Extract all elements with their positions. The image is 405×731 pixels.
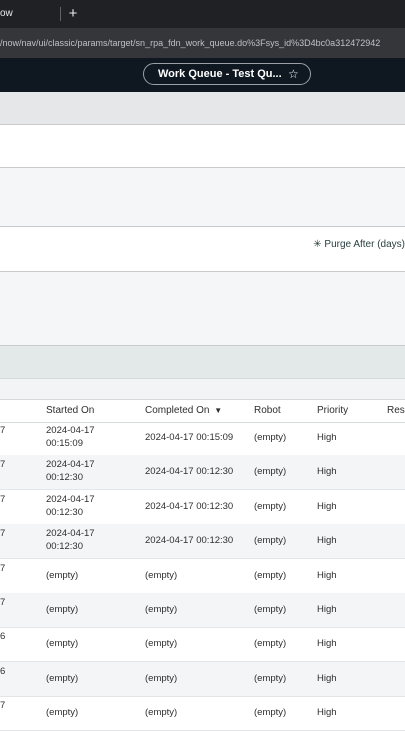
cell-priority: High [317,466,337,477]
cell-robot: (empty) [254,501,287,512]
required-marker-icon: ✳ [313,239,322,250]
cell-first: 7 [0,700,6,711]
cell-priority: High [317,501,337,512]
cell-first: 7 [0,528,6,539]
table-header: Started On Completed On ▼ Robot Priority… [0,399,405,423]
cell-robot: (empty) [254,604,287,615]
column-header-completed-on-label: Completed On [145,405,210,416]
cell-started-on-time: 00:12:30 [46,472,83,483]
tab-divider [60,7,61,21]
cell-first: 6 [0,631,6,642]
cell-started-on-date: 2024-04-17 [46,494,95,505]
cell-first: 7 [0,597,6,608]
cell-completed-on: 2024-04-17 00:12:30 [145,466,234,477]
table-row[interactable]: 7 2024-04-17 00:12:30 2024-04-17 00:12:30 (e… [0,524,405,559]
table-row[interactable]: 6 (empty) (empty) (empty) High [0,627,405,662]
cell-completed-on: (empty) [145,604,178,615]
cell-priority: High [317,673,337,684]
new-tab-button[interactable]: + [64,4,82,24]
table-row[interactable]: 7 (empty) (empty) (empty) High [0,593,405,628]
column-header-resp[interactable]: Resp [387,400,405,422]
cell-completed-on: 2024-04-17 00:12:30 [145,501,234,512]
cell-started-on-time: 00:12:30 [46,507,83,518]
form-section-purge: ✳ Purge After (days) [0,227,405,272]
cell-robot: (empty) [254,638,287,649]
cell-robot: (empty) [254,535,287,546]
form-section [0,125,405,168]
cell-priority: High [317,432,337,443]
form-header-bar [0,92,405,125]
cell-priority: High [317,638,337,649]
cell-first: 7 [0,494,6,505]
form-section [0,272,405,346]
cell-completed-on: (empty) [145,707,178,718]
cell-first: 7 [0,425,6,436]
star-icon[interactable]: ☆ [288,64,302,84]
table-row[interactable]: 6 (empty) (empty) (empty) High [0,662,405,697]
cell-priority: High [317,707,337,718]
list-toolbar [0,379,405,399]
cell-completed-on: (empty) [145,673,178,684]
cell-robot: (empty) [254,707,287,718]
cell-started-on-date: 2024-04-17 [46,459,95,470]
cell-started-on: (empty) [46,570,79,581]
column-header-completed-on[interactable]: Completed On ▼ [145,400,222,422]
column-header-first[interactable] [0,400,40,422]
cell-completed-on: 2024-04-17 00:15:09 [145,432,234,443]
cell-robot: (empty) [254,432,287,443]
table-row[interactable]: 7 (empty) (empty) (empty) High [0,559,405,594]
related-list-header [0,346,405,379]
purge-after-label: Purge After (days) [324,239,405,250]
cell-first: 7 [0,563,6,574]
column-header-priority[interactable]: Priority [317,400,348,422]
form-section [0,168,405,227]
cell-started-on-date: 2024-04-17 [46,528,95,539]
cell-robot: (empty) [254,570,287,581]
record-title: Work Queue - Test Qu... [158,68,282,80]
purge-after-field-label: ✳ Purge After (days) [313,237,405,253]
cell-started-on: (empty) [46,707,79,718]
cell-priority: High [317,604,337,615]
browser-tab[interactable]: ow [0,0,58,28]
cell-started-on-time: 00:12:30 [46,541,83,552]
cell-started-on: (empty) [46,604,79,615]
cell-completed-on: (empty) [145,570,178,581]
cell-started-on: (empty) [46,673,79,684]
cell-robot: (empty) [254,466,287,477]
table-row[interactable]: 7 2024-04-17 00:12:30 2024-04-17 00:12:30 (e… [0,490,405,525]
cell-started-on: (empty) [46,638,79,649]
cell-completed-on: (empty) [145,638,178,649]
record-title-pill[interactable]: Work Queue - Test Qu... ☆ [143,63,311,85]
browser-tab-strip: ow + [0,0,405,28]
table-row[interactable]: 7 2024-04-17 00:12:30 2024-04-17 00:12:30 (e… [0,455,405,490]
sort-descending-icon[interactable]: ▼ [214,406,222,415]
address-bar[interactable]: /now/nav/ui/classic/params/target/sn_rpa… [0,28,405,58]
table-row[interactable]: 7 2024-04-17 00:15:09 2024-04-17 00:15:09 (e… [0,421,405,456]
app-header: Work Queue - Test Qu... ☆ [0,58,405,92]
cell-first: 6 [0,666,6,677]
cell-started-on-date: 2024-04-17 [46,425,95,436]
cell-priority: High [317,570,337,581]
cell-priority: High [317,535,337,546]
cell-first: 7 [0,459,6,470]
column-header-started-on[interactable]: Started On [46,400,94,422]
cell-started-on-time: 00:15:09 [46,438,83,449]
url-text[interactable]: /now/nav/ui/classic/params/target/sn_rpa… [0,28,405,58]
cell-robot: (empty) [254,673,287,684]
column-header-robot[interactable]: Robot [254,400,281,422]
cell-completed-on: 2024-04-17 00:12:30 [145,535,234,546]
table-row[interactable]: 7 (empty) (empty) (empty) High [0,696,405,731]
